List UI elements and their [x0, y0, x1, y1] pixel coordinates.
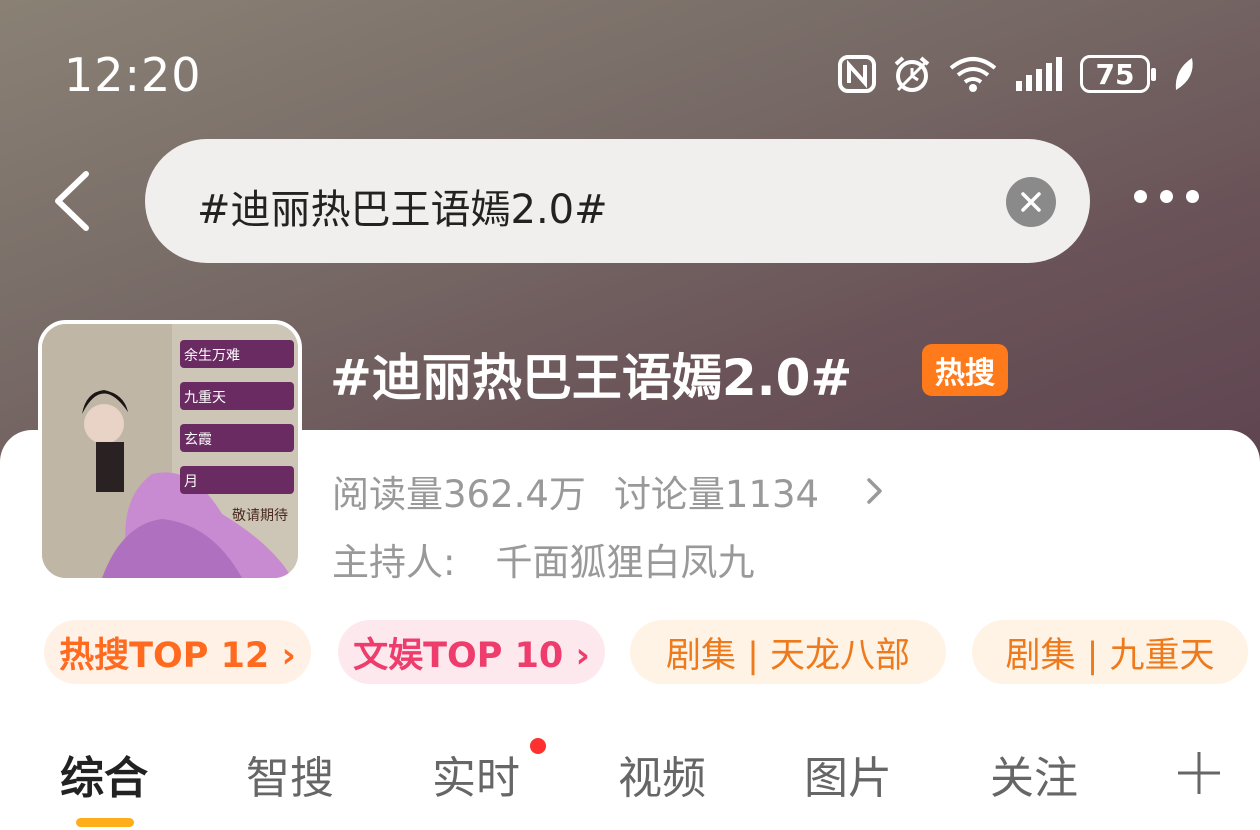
nfc-icon [838, 55, 876, 93]
tab-comprehensive[interactable]: 综合 [60, 742, 148, 806]
series-tag-chip-1[interactable]: 剧集 | 天龙八部 [630, 620, 946, 684]
read-count: 阅读量362.4万 [332, 473, 586, 516]
discussion-count: 讨论量1134 [613, 473, 820, 516]
active-tab-indicator [76, 818, 134, 827]
hot-search-rank-chip[interactable]: 热搜TOP 12 › [44, 620, 311, 684]
leaf-icon [1175, 58, 1193, 90]
chevron-right-icon[interactable] [865, 476, 885, 506]
tab-images[interactable]: 图片 [804, 742, 892, 806]
status-time: 12:20 [64, 48, 202, 102]
cover-text-2: 九重天 [184, 390, 226, 406]
alarm-icon [894, 56, 930, 92]
host-label: 主持人: [332, 541, 456, 584]
battery-icon: 75 [1080, 55, 1156, 93]
topic-stats[interactable]: 阅读量362.4万 讨论量1134 [332, 464, 885, 518]
signal-icon [1016, 57, 1062, 91]
back-icon[interactable] [44, 166, 104, 236]
tab-realtime[interactable]: 实时 [432, 742, 520, 806]
cover-text-4: 月 [184, 474, 198, 490]
tab-video[interactable]: 视频 [618, 742, 706, 806]
cover-text-1: 余生万难 [184, 347, 240, 364]
search-query: #迪丽热巴王语嫣2.0# [197, 187, 608, 233]
search-input[interactable]: #迪丽热巴王语嫣2.0# [145, 139, 1090, 263]
cover-text-5: 敬请期待 [232, 508, 288, 524]
entertainment-rank-chip[interactable]: 文娱TOP 10 › [338, 620, 605, 684]
tab-following[interactable]: 关注 [990, 742, 1078, 806]
realtime-notification-dot [530, 738, 546, 754]
status-icons: 75 [838, 50, 1196, 98]
add-tab-icon[interactable] [1176, 750, 1222, 796]
more-options-icon[interactable] [1134, 190, 1199, 203]
clear-icon[interactable] [1006, 177, 1056, 227]
cover-text-3: 玄霞 [184, 431, 212, 448]
topic-title: #迪丽热巴王语嫣2.0# [330, 349, 853, 407]
hot-search-badge: 热搜 [922, 344, 1008, 396]
topic-host[interactable]: 主持人: 千面狐狸白凤九 [332, 532, 754, 586]
host-name: 千面狐狸白凤九 [495, 541, 755, 584]
tab-smart-search[interactable]: 智搜 [246, 742, 334, 806]
series-tag-chip-2[interactable]: 剧集 | 九重天 [972, 620, 1248, 684]
wifi-icon [949, 57, 997, 92]
topic-cover-image[interactable]: 余生万难 九重天 玄霞 月 敬请期待 [38, 320, 302, 582]
